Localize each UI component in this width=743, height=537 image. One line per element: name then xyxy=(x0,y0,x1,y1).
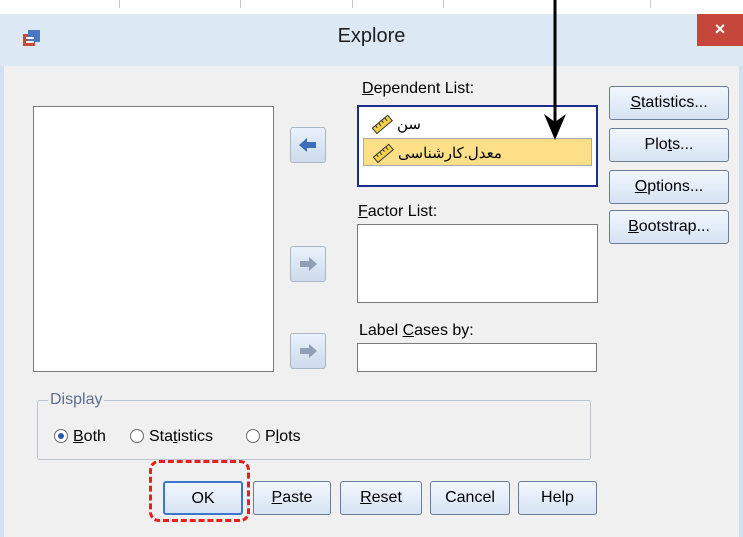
cancel-button[interactable]: Cancel xyxy=(430,481,510,515)
statistics-radio[interactable] xyxy=(130,429,144,443)
column-tick xyxy=(650,0,651,8)
move-to-factor-button[interactable] xyxy=(290,246,326,282)
factor-list[interactable] xyxy=(357,224,598,303)
options-button[interactable]: Options... xyxy=(609,170,729,204)
source-variable-list[interactable] xyxy=(33,106,274,372)
label-cases-field[interactable] xyxy=(357,343,597,372)
both-radio-label[interactable]: Both xyxy=(73,428,106,446)
arrow-right-icon xyxy=(300,257,317,271)
statistics-button[interactable]: Statistics... xyxy=(609,86,729,120)
statistics-radio-label[interactable]: Statistics xyxy=(149,428,213,446)
top-strip xyxy=(0,0,743,14)
ruler-icon xyxy=(372,143,394,163)
display-legend: Display xyxy=(48,391,105,409)
dependent-item-label: معدل.کارشناسی xyxy=(398,145,502,162)
arrow-right-icon xyxy=(300,344,317,358)
column-tick xyxy=(119,0,120,8)
plots-radio[interactable] xyxy=(246,429,260,443)
column-tick xyxy=(240,0,241,8)
move-to-label-cases-button[interactable] xyxy=(290,333,326,369)
move-to-dependent-button[interactable] xyxy=(290,127,326,163)
factor-list-label: Factor List: xyxy=(358,203,438,220)
arrow-down-annotation-icon xyxy=(544,0,566,140)
ok-highlight-annotation xyxy=(149,460,250,522)
display-group xyxy=(37,400,591,460)
dependent-list-label: Dependent List: xyxy=(362,80,475,97)
help-button[interactable]: Help xyxy=(518,481,597,515)
column-tick xyxy=(352,0,353,8)
dependent-item-label: سن xyxy=(397,116,421,133)
paste-button[interactable]: Paste xyxy=(253,481,331,515)
bootstrap-button[interactable]: Bootstrap... xyxy=(609,210,729,244)
reset-button[interactable]: Reset xyxy=(340,481,422,515)
window-title: Explore xyxy=(337,25,406,47)
plots-button[interactable]: Plots... xyxy=(609,128,729,162)
both-radio[interactable] xyxy=(54,429,68,443)
arrow-left-icon xyxy=(299,138,316,152)
column-tick xyxy=(443,0,444,8)
close-button[interactable]: × xyxy=(697,14,743,46)
plots-radio-label[interactable]: Plots xyxy=(265,428,301,446)
ruler-icon xyxy=(371,114,393,134)
label-cases-label: Label Cases by: xyxy=(359,322,474,339)
